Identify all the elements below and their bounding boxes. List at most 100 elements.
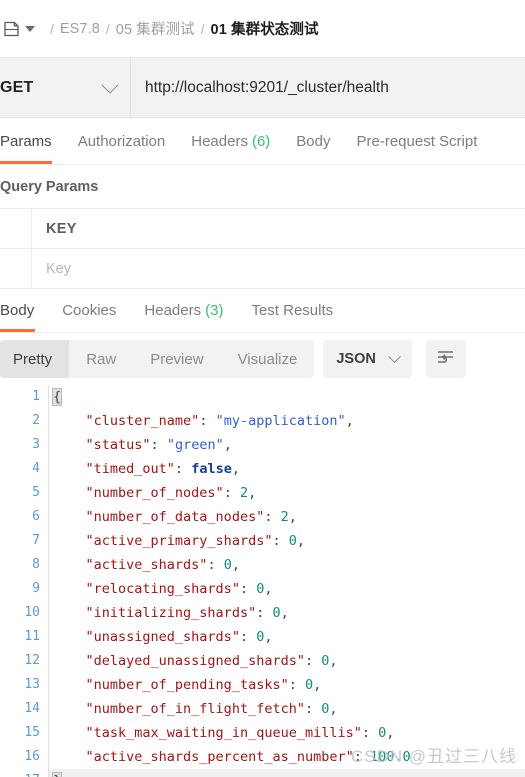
request-url-input[interactable]: http://localhost:9201/_cluster/health (131, 58, 525, 117)
line-number: 5 (32, 485, 40, 500)
code-token: : (223, 485, 240, 501)
code-line-content: { (48, 385, 525, 409)
tab-body[interactable]: Body (283, 118, 343, 164)
line-number: 4 (32, 461, 40, 476)
code-line: 4 "timed_out": false, (0, 457, 525, 481)
caret-down-icon[interactable] (25, 25, 35, 32)
tab-pre-request-script[interactable]: Pre-request Script (344, 118, 491, 164)
code-token: "relocating_shards" (85, 581, 240, 597)
code-token: , (329, 653, 338, 669)
code-line: 13 "number_of_pending_tasks": 0, (0, 673, 525, 697)
code-token: , (296, 533, 305, 549)
response-format-select[interactable]: JSON (323, 340, 412, 378)
collection-folder-icon[interactable] (2, 19, 22, 39)
code-token: 0 (272, 605, 281, 621)
line-number: 14 (24, 701, 40, 716)
response-tab-test-results[interactable]: Test Results (237, 289, 347, 332)
code-token: { (51, 388, 63, 406)
request-url-bar: GET http://localhost:9201/_cluster/healt… (0, 58, 525, 118)
wrap-lines-button[interactable] (425, 340, 466, 378)
code-token: , (329, 701, 338, 717)
tab-pre-request-script-label: Pre-request Script (356, 132, 478, 150)
code-token: , (223, 437, 232, 453)
code-line: 17} (0, 769, 525, 777)
breadcrumb-item-current[interactable]: 01 集群状态测试 (211, 18, 319, 39)
code-token: , (386, 725, 395, 741)
chevron-down-icon (101, 76, 119, 94)
query-params-table: KEY Key (0, 208, 525, 289)
response-tab-cookies[interactable]: Cookies (48, 289, 130, 332)
code-token: , (288, 509, 297, 525)
code-line: 16 "active_shards_percent_as_number": 10… (0, 745, 525, 769)
code-token: "active_primary_shards" (85, 533, 273, 549)
code-token: 0 (223, 557, 232, 573)
code-token: "number_of_in_flight_fetch" (85, 701, 305, 717)
code-token: "timed_out" (85, 461, 175, 477)
code-line: 7 "active_primary_shards": 0, (0, 529, 525, 553)
code-token: 2 (239, 485, 249, 501)
tab-authorization[interactable]: Authorization (65, 118, 179, 164)
response-body-json[interactable]: 1{2 "cluster_name": "my-application", 3 "… (0, 385, 525, 777)
code-line: 3 "status": "green", (0, 433, 525, 457)
response-tab-headers-label: Headers (144, 302, 202, 319)
response-tab-body-label: Body (0, 302, 35, 319)
tab-headers-label: Headers (191, 132, 248, 150)
key-input[interactable]: Key (32, 249, 525, 288)
breadcrumb-separator-1: / (50, 20, 54, 37)
view-mode-group: Pretty Raw Preview Visualize (0, 340, 315, 378)
code-line: 14 "number_of_in_flight_fetch": 0, (0, 697, 525, 721)
code-token: : (256, 605, 273, 621)
code-token: : (239, 581, 257, 597)
code-token: , (231, 461, 240, 477)
response-format-label: JSON (336, 351, 376, 367)
code-line: 10 "initializing_shards": 0, (0, 601, 525, 625)
code-line-content: } (48, 769, 525, 777)
view-mode-pretty[interactable]: Pretty (0, 340, 70, 378)
tab-params-label: Params (0, 132, 52, 150)
code-token: "active_shards" (85, 557, 208, 573)
code-token: , (264, 629, 273, 645)
tab-headers[interactable]: Headers (6) (178, 118, 283, 164)
breadcrumb-item-es78[interactable]: ES7.8 (60, 21, 100, 37)
line-number: 6 (32, 509, 40, 524)
code-token: "delayed_unassigned_shards" (85, 653, 305, 669)
table-row[interactable]: Key (0, 249, 525, 289)
code-token: : (150, 437, 167, 453)
view-mode-raw[interactable]: Raw (69, 340, 133, 378)
breadcrumb-item-folder[interactable]: 05 集群测试 (116, 18, 195, 39)
code-token: false (191, 461, 232, 477)
code-token: "initializing_shards" (85, 605, 257, 621)
response-tab-body[interactable]: Body (0, 289, 48, 332)
http-method-select[interactable]: GET (0, 58, 131, 117)
code-line-content: "active_shards_percent_as_number": 100.0 (48, 745, 525, 769)
code-line: 5 "number_of_nodes": 2, (0, 481, 525, 505)
line-number: 7 (32, 533, 40, 548)
view-mode-preview[interactable]: Preview (133, 340, 220, 378)
tab-params[interactable]: Params (0, 118, 65, 164)
code-line: 1{ (0, 385, 525, 409)
code-token: "number_of_nodes" (85, 485, 224, 501)
code-line-content: "relocating_shards": 0, (48, 577, 525, 601)
code-line-content: "number_of_pending_tasks": 0, (48, 673, 525, 697)
breadcrumb-separator-3: / (200, 20, 205, 37)
code-token: : (304, 653, 322, 669)
code-token: : (174, 461, 192, 477)
row-checkbox[interactable] (0, 249, 32, 288)
query-params-checkbox-header (0, 209, 32, 248)
wrap-lines-icon (436, 348, 456, 371)
code-token: : (353, 749, 370, 765)
code-line: 2 "cluster_name": "my-application", (0, 409, 525, 433)
view-mode-visualize[interactable]: Visualize (221, 340, 315, 378)
code-token: : (272, 533, 289, 549)
code-token: : (361, 725, 379, 741)
line-number: 11 (24, 629, 40, 644)
code-token: , (280, 605, 289, 621)
response-tab-headers[interactable]: Headers (3) (130, 289, 237, 332)
code-line-content: "initializing_shards": 0, (48, 601, 525, 625)
